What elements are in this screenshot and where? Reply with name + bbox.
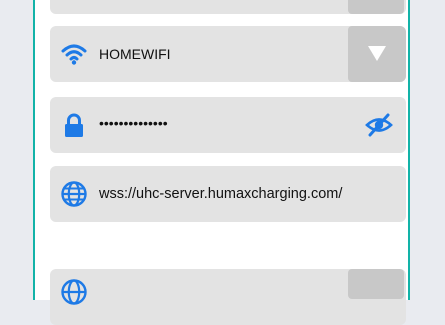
wifi-ssid-field[interactable]: HOMEWIFI — [50, 26, 406, 82]
partial-dropdown-button-top[interactable] — [348, 0, 404, 14]
eye-slash-icon[interactable] — [364, 111, 394, 139]
wifi-icon — [61, 41, 87, 67]
server-url-field[interactable]: wss://uhc-server.humaxcharging.com/ — [50, 166, 406, 222]
server-url-value: wss://uhc-server.humaxcharging.com/ — [99, 186, 343, 202]
partial-field-top[interactable] — [50, 0, 406, 14]
partial-dropdown-button-bottom[interactable] — [348, 269, 404, 299]
wifi-ssid-value: HOMEWIFI — [99, 46, 171, 62]
partial-field-bottom[interactable] — [50, 269, 406, 325]
wifi-password-field[interactable]: •••••••••••••• — [50, 97, 406, 153]
lock-icon — [61, 112, 87, 138]
password-value: •••••••••••••• — [99, 115, 168, 131]
triangle-down-icon — [368, 46, 386, 61]
wifi-dropdown-button[interactable] — [348, 26, 406, 82]
globe-icon — [61, 181, 87, 207]
globe-icon — [61, 279, 87, 305]
